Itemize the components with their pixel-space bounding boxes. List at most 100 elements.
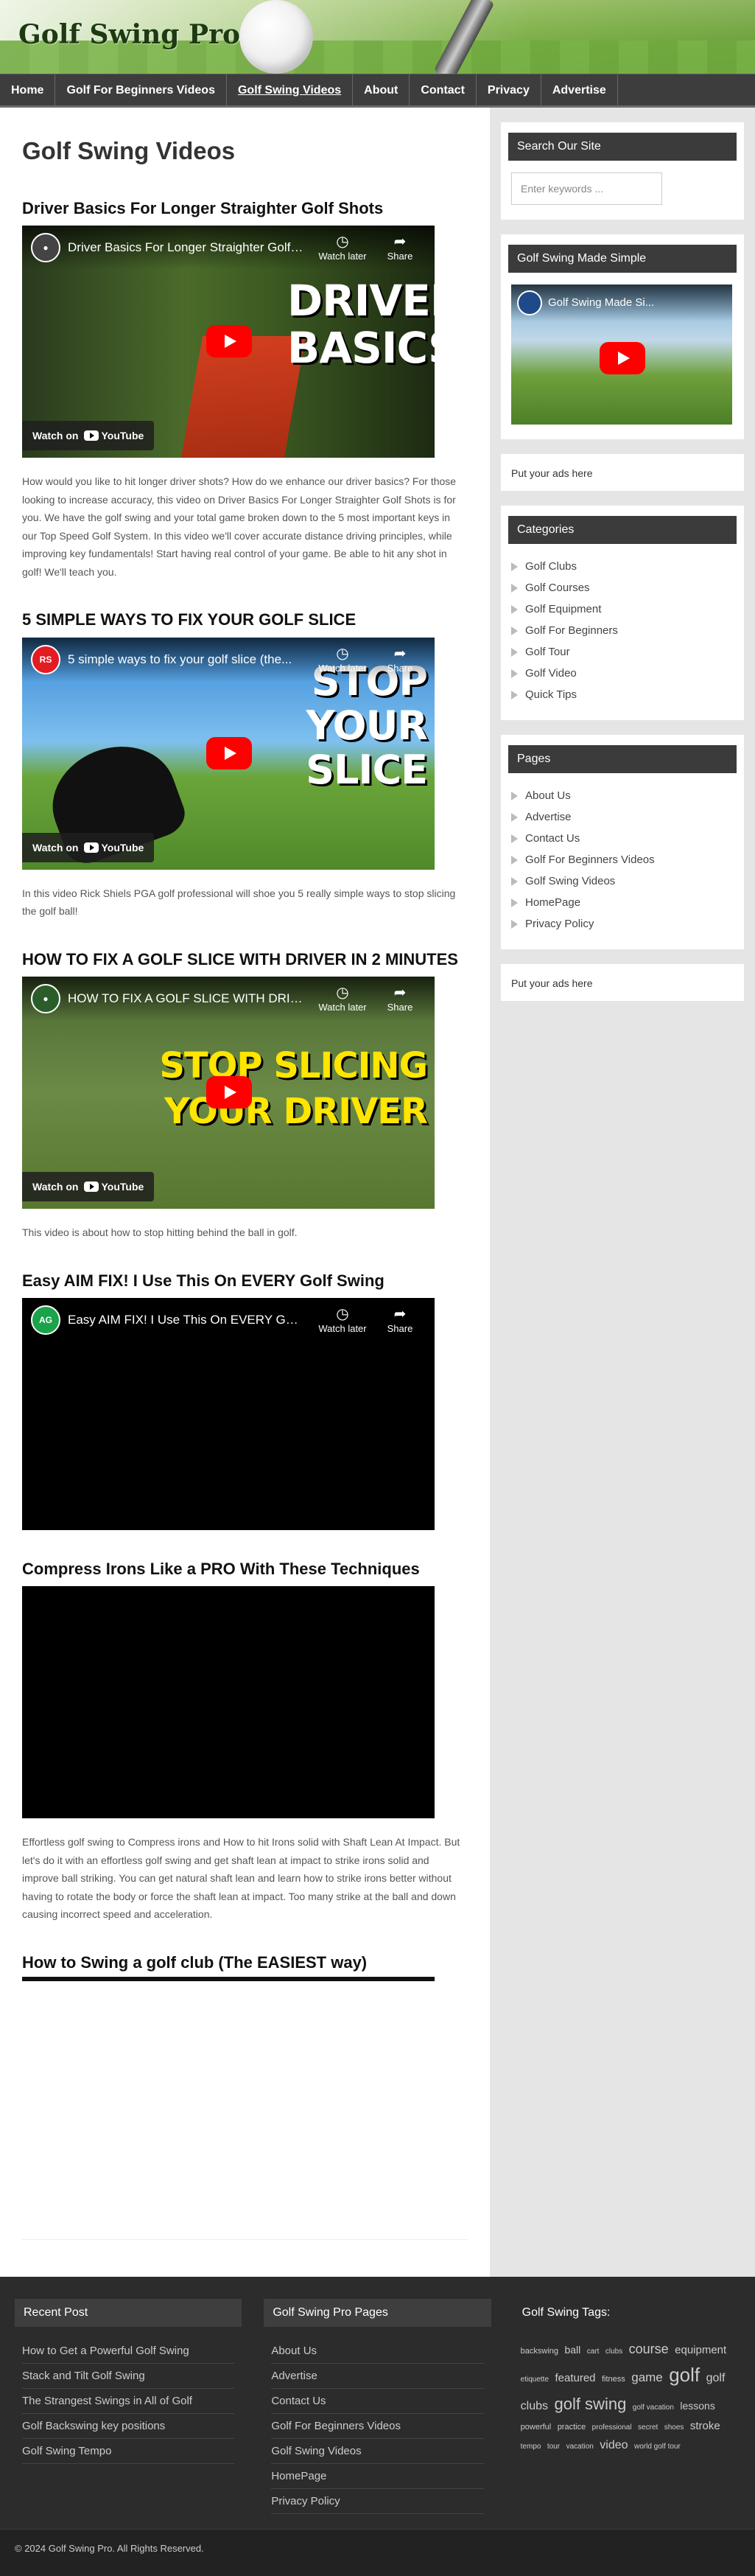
footer-page-link[interactable]: Golf Swing Videos: [271, 2439, 484, 2465]
page-item[interactable]: Privacy Policy: [511, 913, 737, 935]
recent-post-link[interactable]: Golf Backswing key positions: [22, 2414, 235, 2440]
video-title-overlay[interactable]: 5 simple ways to fix your golf slice (th…: [68, 652, 303, 667]
tag-link[interactable]: vacation: [566, 2443, 594, 2451]
video-embed[interactable]: DRIVER BASICS ● Driver Basics For Longer…: [22, 226, 435, 458]
nav-home[interactable]: Home: [0, 74, 56, 105]
page: Golf Swing Pro Home Golf For Beginners V…: [0, 0, 755, 2576]
tag-link[interactable]: world golf tour: [634, 2443, 681, 2451]
watch-on-youtube-button[interactable]: Watch on YouTube: [22, 421, 155, 451]
channel-avatar[interactable]: ●: [31, 984, 60, 1014]
post-title[interactable]: Compress Irons Like a PRO With These Tec…: [22, 1560, 468, 1579]
tag-link[interactable]: powerful: [521, 2423, 552, 2432]
post-title[interactable]: Easy AIM FIX! I Use This On EVERY Golf S…: [22, 1271, 468, 1291]
share-button[interactable]: ➦ Share: [374, 1305, 426, 1334]
page-item[interactable]: Contact Us: [511, 828, 737, 849]
recent-post-link[interactable]: How to Get a Powerful Golf Swing: [22, 2339, 235, 2364]
video-title-overlay[interactable]: HOW TO FIX A GOLF SLICE WITH DRIV...: [68, 991, 303, 1006]
channel-avatar[interactable]: [517, 290, 542, 315]
bullet-arrow-icon: [511, 690, 518, 699]
play-button[interactable]: [206, 736, 252, 769]
footer-page-link[interactable]: Privacy Policy: [271, 2489, 484, 2515]
video-embed[interactable]: STOP SLICING YOUR DRIVER ● HOW TO FIX A …: [22, 977, 435, 1210]
tag-link[interactable]: cart: [587, 2348, 600, 2356]
share-button[interactable]: ➦ Share: [374, 233, 426, 262]
watch-later-button[interactable]: ◷ Watch later: [317, 233, 368, 262]
video-title-overlay[interactable]: Driver Basics For Longer Straighter Golf…: [68, 240, 303, 255]
watch-later-button[interactable]: ◷ Watch later: [317, 984, 368, 1013]
footer-page-link[interactable]: Contact Us: [271, 2389, 484, 2415]
tag-link[interactable]: featured: [555, 2372, 595, 2384]
category-item[interactable]: Golf Clubs: [511, 556, 737, 577]
footer-page-link[interactable]: Advertise: [271, 2364, 484, 2390]
video-embed[interactable]: Golf Swing Made Si...: [511, 285, 732, 425]
page-item[interactable]: Advertise: [511, 806, 737, 828]
category-item[interactable]: Golf Courses: [511, 577, 737, 598]
tag-link[interactable]: video: [600, 2439, 628, 2451]
channel-avatar[interactable]: AG: [31, 1305, 60, 1336]
share-button[interactable]: ➦ Share: [374, 984, 426, 1013]
play-button[interactable]: [600, 342, 645, 374]
post-title[interactable]: HOW TO FIX A GOLF SLICE WITH DRIVER IN 2…: [22, 950, 468, 969]
channel-avatar[interactable]: RS: [31, 644, 60, 674]
page-item[interactable]: About Us: [511, 785, 737, 806]
tag-link[interactable]: tour: [547, 2443, 560, 2451]
footer-page-link[interactable]: About Us: [271, 2339, 484, 2364]
site-header: Golf Swing Pro: [0, 0, 755, 74]
share-button[interactable]: ➦ Share: [374, 645, 426, 674]
category-item[interactable]: Golf Equipment: [511, 598, 737, 620]
recent-post-link[interactable]: Golf Swing Tempo: [22, 2439, 235, 2465]
nav-contact[interactable]: Contact: [410, 74, 477, 105]
nav-golf-for-beginners-videos[interactable]: Golf For Beginners Videos: [55, 74, 227, 105]
video-embed[interactable]: STOP YOUR SLICE RS 5 simple ways to fix …: [22, 637, 435, 870]
tag-link[interactable]: golf vacation: [633, 2404, 674, 2412]
post-title[interactable]: 5 SIMPLE WAYS TO FIX YOUR GOLF SLICE: [22, 610, 468, 629]
tag-link[interactable]: stroke: [690, 2420, 720, 2432]
tag-link[interactable]: backswing: [521, 2347, 558, 2356]
play-button[interactable]: [206, 325, 252, 358]
watch-later-button[interactable]: ◷ Watch later: [317, 1305, 368, 1334]
tag-link[interactable]: ball: [564, 2344, 580, 2356]
watch-on-youtube-button[interactable]: Watch on YouTube: [22, 832, 155, 862]
tag-link[interactable]: lessons: [680, 2400, 714, 2412]
post-title[interactable]: Driver Basics For Longer Straighter Golf…: [22, 199, 468, 218]
site-logo[interactable]: Golf Swing Pro: [18, 19, 240, 50]
tag-link[interactable]: equipment: [675, 2344, 726, 2356]
category-item[interactable]: Golf Tour: [511, 641, 737, 663]
page-item[interactable]: HomePage: [511, 892, 737, 913]
category-item[interactable]: Golf Video: [511, 663, 737, 684]
play-button[interactable]: [206, 1076, 252, 1109]
nav-about[interactable]: About: [353, 74, 410, 105]
post-title[interactable]: How to Swing a golf club (The EASIEST wa…: [22, 1953, 435, 1982]
video-embed[interactable]: [22, 1586, 435, 1819]
tag-link[interactable]: etiquette: [521, 2376, 549, 2384]
video-title-overlay[interactable]: Easy AIM FIX! I Use This On EVERY Gol...: [68, 1313, 303, 1327]
tag-link[interactable]: clubs: [605, 2348, 622, 2356]
footer-page-link[interactable]: HomePage: [271, 2464, 484, 2490]
tag-link[interactable]: tempo: [521, 2443, 541, 2451]
recent-post-link[interactable]: The Strangest Swings in All of Golf: [22, 2389, 235, 2415]
nav-golf-swing-videos[interactable]: Golf Swing Videos: [227, 74, 354, 105]
tag-link[interactable]: secret: [638, 2423, 658, 2432]
category-item[interactable]: Golf For Beginners: [511, 620, 737, 641]
tag-link[interactable]: golf swing: [554, 2395, 626, 2413]
video-title-overlay[interactable]: Golf Swing Made Si...: [548, 296, 654, 309]
tag-link[interactable]: golf: [669, 2364, 700, 2386]
nav-advertise[interactable]: Advertise: [541, 74, 618, 105]
footer-page-link[interactable]: Golf For Beginners Videos: [271, 2414, 484, 2440]
watch-later-button[interactable]: ◷ Watch later: [317, 645, 368, 674]
page-item[interactable]: Golf For Beginners Videos: [511, 849, 737, 870]
search-input[interactable]: Enter keywords ...: [511, 172, 662, 205]
nav-privacy[interactable]: Privacy: [477, 74, 541, 105]
tag-link[interactable]: shoes: [664, 2423, 684, 2432]
tag-link[interactable]: course: [629, 2342, 669, 2356]
youtube-logo-icon: YouTube: [84, 842, 144, 854]
video-embed[interactable]: AG Easy AIM FIX! I Use This On EVERY Gol…: [22, 1298, 435, 1531]
watch-on-youtube-button[interactable]: Watch on YouTube: [22, 1172, 155, 1202]
tag-link[interactable]: fitness: [602, 2375, 625, 2384]
tag-link[interactable]: professional: [592, 2423, 632, 2432]
category-item[interactable]: Quick Tips: [511, 684, 737, 705]
tag-link[interactable]: practice: [558, 2423, 586, 2432]
recent-post-link[interactable]: Stack and Tilt Golf Swing: [22, 2364, 235, 2390]
page-item[interactable]: Golf Swing Videos: [511, 870, 737, 892]
tag-link[interactable]: game: [631, 2370, 663, 2384]
